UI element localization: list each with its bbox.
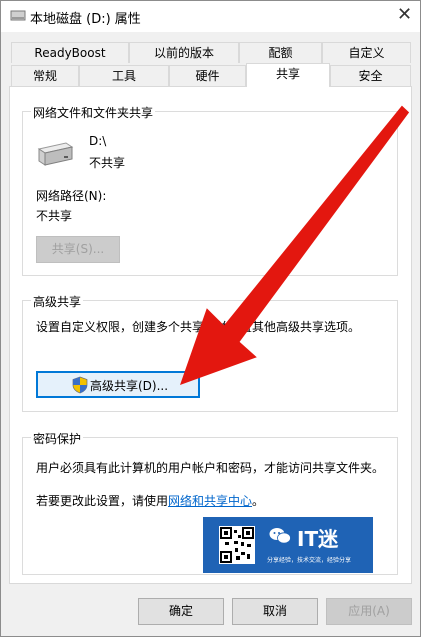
tab-sharing[interactable]: 共享 [246,63,330,87]
ok-button[interactable]: 确定 [138,598,224,625]
tab-readyboost[interactable]: ReadyBoost [11,42,129,63]
share-button[interactable]: 共享(S)... [36,236,120,263]
tab-customize[interactable]: 自定义 [322,42,411,63]
change-setting-suffix: 。 [252,494,265,508]
apply-button[interactable]: 应用(A) [326,598,412,625]
cancel-button[interactable]: 取消 [232,598,318,625]
network-path-value: 不共享 [36,209,73,223]
window-title: 本地磁盘 (D:) 属性 [30,12,141,27]
password-protection-description: 用户必须具有此计算机的用户帐户和密码，才能访问共享文件夹。 [36,461,385,475]
tab-quota[interactable]: 配额 [239,42,322,63]
watermark-slogan: 分享经验，技术交流，经验分享 [267,557,352,564]
tab-security[interactable]: 安全 [330,65,411,86]
qr-code-icon [219,526,255,564]
network-sharing-title: 网络文件和文件夹共享 [31,104,156,121]
tab-tools[interactable]: 工具 [79,65,169,86]
advanced-sharing-button-label: 高级共享(D)... [90,379,169,393]
change-setting-text: 若要更改此设置，请使用网络和共享中心。 [36,492,264,509]
watermark-brand: IT迷 [297,527,339,551]
change-setting-prefix: 若要更改此设置，请使用 [36,494,169,508]
wechat-icon [269,527,291,545]
advanced-sharing-button[interactable]: 高级共享(D)... [36,371,200,398]
tab-general[interactable]: 常规 [11,65,79,86]
uac-shield-icon [72,376,88,394]
tab-hardware[interactable]: 硬件 [169,65,246,86]
network-sharing-center-link[interactable]: 网络和共享中心 [168,494,252,508]
drive-icon [10,10,26,21]
password-protection-title: 密码保护 [31,430,84,447]
hard-drive-icon [37,142,74,166]
drive-label: D:\ [89,134,107,148]
tab-previous-versions[interactable]: 以前的版本 [129,42,239,63]
title-bar: 本地磁盘 (D:) 属性 ✕ [0,0,421,32]
advanced-sharing-title: 高级共享 [31,293,84,310]
close-icon[interactable]: ✕ [388,0,421,32]
advanced-sharing-description: 设置自定义权限，创建多个共享，并设置其他高级共享选项。 [36,320,361,334]
network-path-label: 网络路径(N): [36,189,107,203]
sharing-status: 不共享 [89,156,126,170]
